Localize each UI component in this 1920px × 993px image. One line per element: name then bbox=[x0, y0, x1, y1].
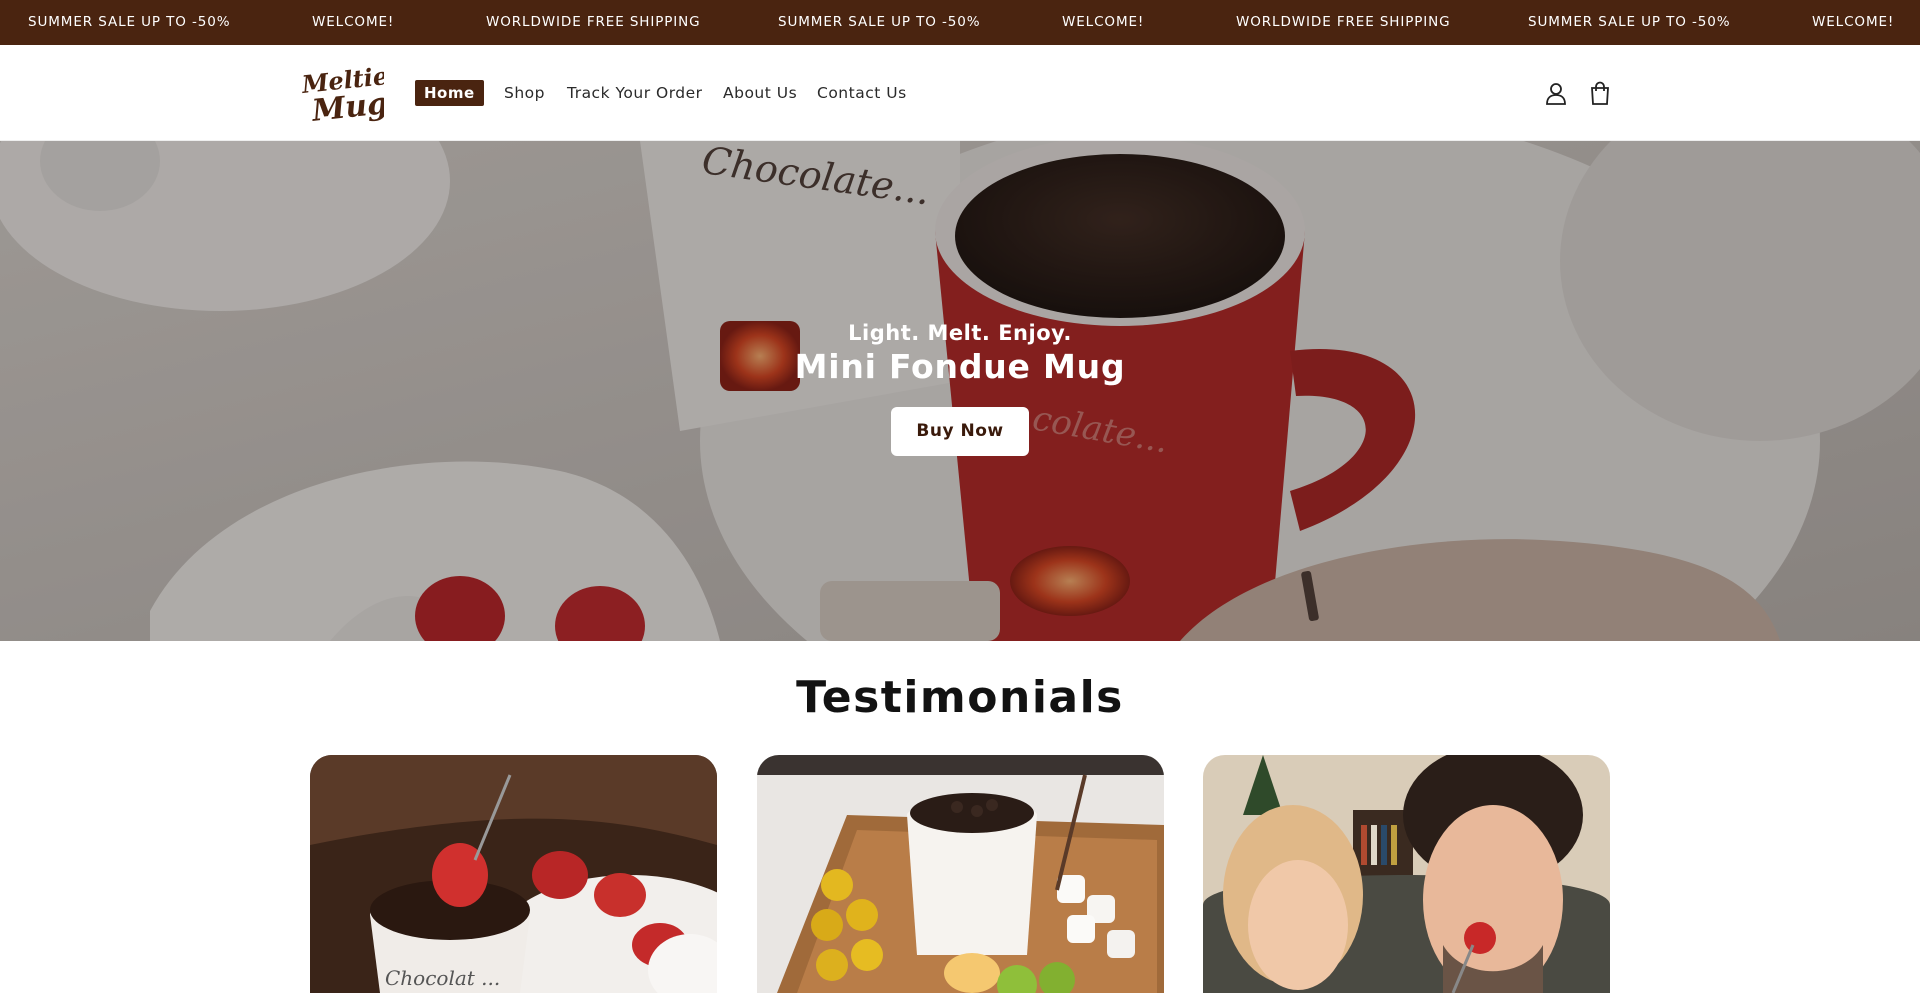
announcement-message: SUMMER SALE UP TO -50% bbox=[778, 14, 981, 30]
nav-about-us[interactable]: About Us bbox=[723, 80, 797, 106]
announcement-message: WELCOME! bbox=[312, 14, 395, 30]
announcement-message: WORLDWIDE FREE SHIPPING bbox=[1236, 14, 1451, 30]
testimonial-image: Chocolat ... bbox=[310, 755, 717, 993]
logo[interactable]: Meltie Mug bbox=[299, 61, 389, 129]
announcement-message: SUMMER SALE UP TO -50% bbox=[28, 14, 231, 30]
nav-shop[interactable]: Shop bbox=[504, 80, 545, 106]
hero-banner: Chocolate... colate... Light. Melt. Enjo… bbox=[0, 141, 1920, 641]
hero-title: Mini Fondue Mug bbox=[794, 347, 1126, 386]
testimonial-card[interactable] bbox=[1203, 755, 1610, 993]
announcement-message: SUMMER SALE UP TO -50% bbox=[1528, 14, 1731, 30]
cart-icon[interactable] bbox=[1586, 79, 1614, 107]
nav-track-order[interactable]: Track Your Order bbox=[567, 80, 703, 106]
nav-contact-us[interactable]: Contact Us bbox=[817, 80, 907, 106]
announcement-message: WELCOME! bbox=[1812, 14, 1895, 30]
svg-text:Chocolat ...: Chocolat ... bbox=[385, 966, 500, 990]
testimonial-card[interactable] bbox=[757, 755, 1164, 993]
testimonial-card[interactable]: Chocolat ... bbox=[310, 755, 717, 993]
site-header: Meltie Mug Home Shop Track Your Order Ab… bbox=[0, 45, 1920, 141]
buy-now-button[interactable]: Buy Now bbox=[891, 407, 1029, 456]
announcement-bar: SUMMER SALE UP TO -50% WELCOME! WORLDWID… bbox=[0, 0, 1920, 45]
announcement-message: WELCOME! bbox=[1062, 14, 1145, 30]
testimonials-title: Testimonials bbox=[796, 672, 1124, 723]
hero-subtitle: Light. Melt. Enjoy. bbox=[848, 321, 1072, 345]
hero-overlay bbox=[0, 141, 1920, 641]
account-icon[interactable] bbox=[1542, 79, 1570, 107]
testimonial-image bbox=[1203, 755, 1610, 993]
nav-home[interactable]: Home bbox=[415, 80, 484, 106]
announcement-message: WORLDWIDE FREE SHIPPING bbox=[486, 14, 701, 30]
testimonial-image bbox=[757, 755, 1164, 993]
